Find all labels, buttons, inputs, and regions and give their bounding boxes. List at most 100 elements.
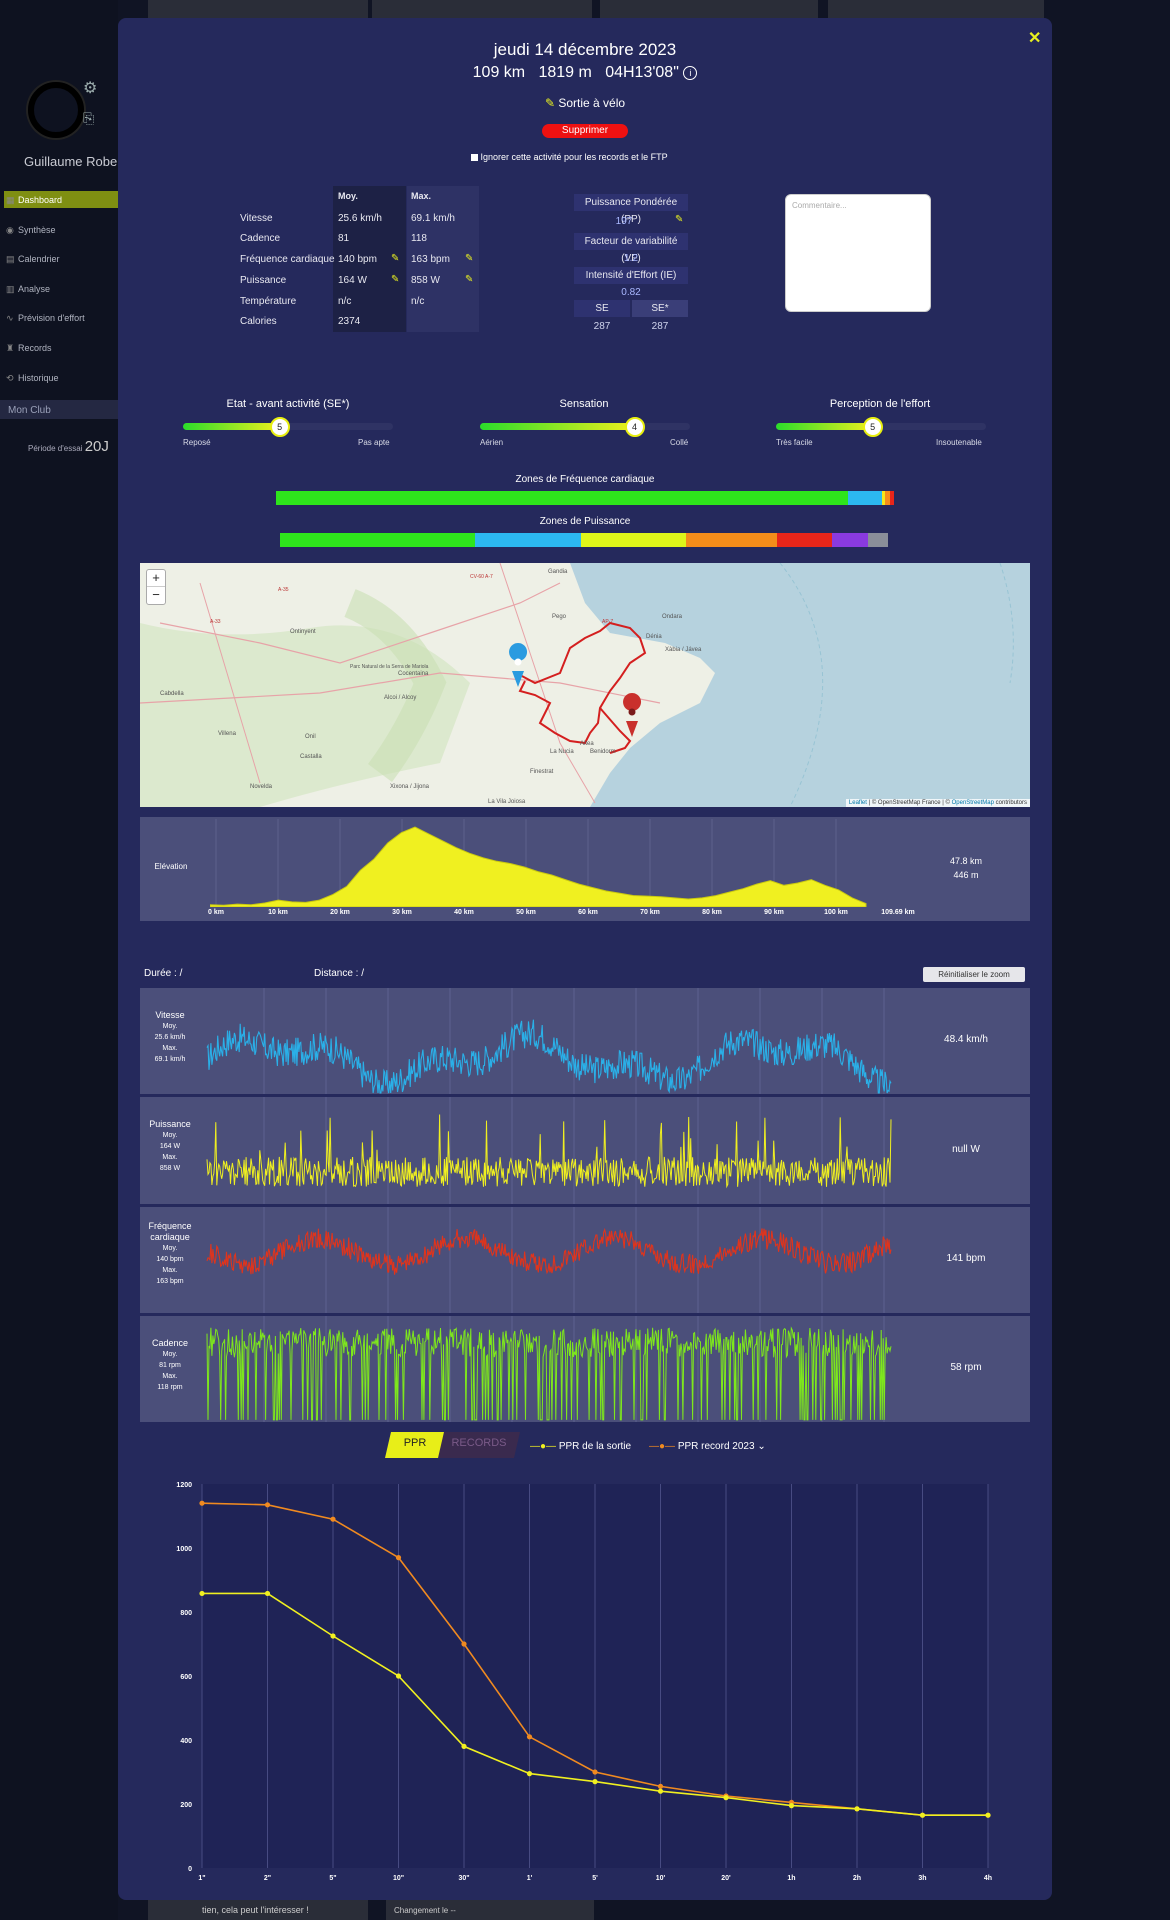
ppr-x-tick-label: 3h [918,1875,926,1882]
sidebar-item-analyse[interactable]: ▥ Analyse [6,284,50,295]
reset-zoom-button[interactable]: Réinitialiser le zoom [923,967,1025,982]
ppr-point[interactable] [919,1812,926,1818]
leaflet-link[interactable]: Leaflet [849,800,867,806]
activity-summary: 109 km 1819 m 04H13'08" i [418,64,752,82]
ppr-y-tick-label: 400 [180,1738,192,1745]
ppr-point[interactable] [199,1590,205,1597]
elevation-tick-label: 0 km [208,909,224,916]
sidebar-item-synthese[interactable]: ◉ Synthèse [6,225,56,236]
graph-signal[interactable] [206,1316,896,1422]
elevation-cursor-km: 47.8 km [949,856,982,866]
ppr-point[interactable] [788,1803,795,1809]
zoom-in-button[interactable]: + [147,570,165,587]
ppr-x-tick-label: 2" [264,1875,271,1882]
slider-knob[interactable]: 4 [624,417,645,437]
map-place-label: Cocentaina [398,671,429,677]
slider-right-label: Pas apte [358,438,390,447]
ppr-point[interactable] [461,1641,467,1647]
ppr-point[interactable] [592,1769,598,1775]
zone-segment [474,533,581,547]
graph-panel-1: Puissance Moy. 164 W Max. 858 W null W [140,1097,1030,1204]
delete-button[interactable]: Supprimer [542,124,628,138]
ppr-point[interactable] [526,1771,533,1777]
ppr-point[interactable] [657,1783,664,1789]
close-icon[interactable]: ✕ [1028,28,1041,48]
edit-hr-avg-pencil-icon[interactable]: ✎ [391,253,399,264]
map-place-label: Altea [580,741,594,747]
slider-knob[interactable]: 5 [269,417,290,437]
legend-record-marker: —●— [649,1441,676,1452]
ppr-point[interactable] [461,1743,467,1749]
ppr-point[interactable] [526,1734,533,1740]
zoom-out-button[interactable]: − [147,587,165,603]
ppr-point[interactable] [199,1500,205,1506]
graph-cursor-value: 48.4 km/h [944,1034,988,1045]
ppr-point[interactable] [657,1788,664,1794]
ppr-point[interactable] [395,1673,402,1679]
ignore-checkbox[interactable] [471,154,478,162]
ppr-chart[interactable]: 0 200 400 600 800 1000 1200 1" 2" 5" 10" 30" 1' 5' 10'… [160,1470,1020,1890]
slider-fill [480,423,635,430]
sidebar-item-records[interactable]: ♜ Records [6,343,52,354]
slider-sensation[interactable]: 4 [480,417,690,437]
legend-session[interactable]: —●— PPR de la sortie [530,1441,631,1452]
ppr-point[interactable] [395,1555,402,1561]
edit-power-avg-pencil-icon[interactable]: ✎ [391,274,399,285]
ppr-x-tick-label: 20' [721,1875,731,1882]
info-icon[interactable]: i [683,65,698,80]
comment-textarea[interactable]: Commentaire... [785,194,931,312]
bg-tile-bottom-1: tien, cela peut l'intéresser ! [148,1900,368,1920]
gear-icon[interactable]: ⚙ [83,78,97,98]
ppr-point[interactable] [985,1812,991,1818]
ppr-point[interactable] [592,1779,598,1785]
slider-perception[interactable]: 5 [776,417,986,437]
zone-segment [889,491,894,505]
route-map[interactable]: Gandia Pego Ondara Dénia Xàbia / Jávea P… [140,563,1030,807]
ppr-point[interactable] [330,1633,336,1639]
elevation-chart[interactable] [210,819,896,907]
zone-segment [276,491,848,505]
osm-link[interactable]: OpenStreetMap [952,800,994,806]
sidebar-item-prevision[interactable]: ∿ Prévision d'effort [6,313,85,324]
graph-stat-name: Fréquence cardiaque [148,1221,192,1242]
sidebar-item-dashboard[interactable]: ▦ Dashboard [6,195,62,206]
graph-stats: Vitesse Moy. 25.6 km/h Max. 69.1 km/h [140,1010,200,1065]
slider-knob[interactable]: 5 [862,417,883,437]
legend-record[interactable]: —●— PPR record 2023 ⌄ [649,1441,766,1452]
ppr-point[interactable] [723,1795,729,1801]
elevation-tick-label: 60 km [578,909,598,916]
ppr-point[interactable] [264,1502,271,1508]
ppr-point[interactable] [854,1806,860,1812]
sidebar-item-club[interactable]: Mon Club [0,400,118,419]
chevron-down-icon: ⌄ [757,1441,766,1452]
map-place-label: Ondara [662,614,683,620]
tab-ppr[interactable]: PPR [385,1432,445,1458]
stats-max-header: Max. [411,191,432,201]
sidebar-item-historique[interactable]: ⟲ Historique [6,373,59,384]
stat-label: Fréquence cardiaque [240,254,335,265]
upload-file-icon[interactable]: ⎘ [83,110,94,127]
ppr-point[interactable] [330,1516,336,1522]
map-place-label: Villena [218,731,237,737]
graph-signal[interactable] [206,988,896,1094]
activity-type[interactable]: ✎ Sortie à vélo [500,96,670,110]
ppr-point[interactable] [264,1590,271,1597]
ppr-x-tick-label: 5" [329,1875,336,1882]
tab-records[interactable]: RECORDS [438,1432,520,1458]
elevation-tick-label: 50 km [516,909,536,916]
graph-cursor-value: 58 rpm [950,1362,982,1373]
map-place-label: Onil [305,734,316,740]
avatar[interactable] [28,82,84,138]
edit-power-max-pencil-icon[interactable]: ✎ [465,274,473,285]
graph-line [206,1019,892,1094]
slider-etat[interactable]: 5 [183,417,393,437]
sidebar-item-calendrier[interactable]: ▤ Calendrier [6,254,60,265]
graph-panel-0: Vitesse Moy. 25.6 km/h Max. 69.1 km/h 48.4 km… [140,988,1030,1094]
edit-hr-max-pencil-icon[interactable]: ✎ [465,253,473,264]
graph-line [206,1114,892,1189]
graph-signal[interactable] [206,1207,896,1313]
edit-pp-pencil-icon[interactable]: ✎ [675,214,683,225]
graph-signal[interactable] [206,1097,896,1204]
graph-stat-max: 858 W [159,1165,181,1172]
graph-stat-name: Cadence [151,1338,189,1348]
